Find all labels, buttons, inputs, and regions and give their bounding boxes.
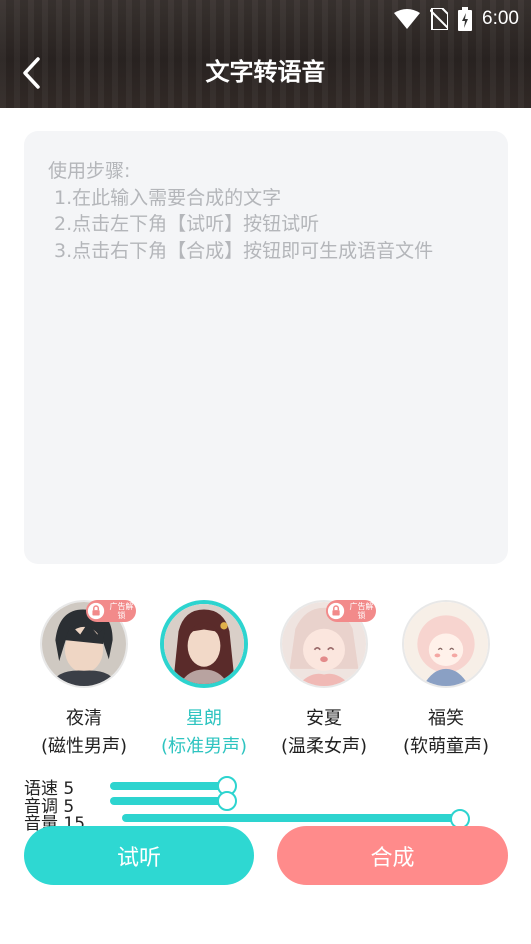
voice-name: 夜清 <box>66 708 102 729</box>
no-sim-icon <box>430 8 449 30</box>
pitch-slider[interactable]: 音调 5 <box>24 791 484 817</box>
slider-track <box>110 797 228 805</box>
voice-option-xinglang[interactable]: 星朗 (标准男声) <box>144 600 264 758</box>
voice-desc: (温柔女声) <box>280 736 368 757</box>
avatar <box>402 600 490 688</box>
lock-label: 广告解锁 <box>109 602 134 620</box>
speed-slider[interactable]: 语速 5 <box>24 776 484 799</box>
slider-track <box>122 814 462 822</box>
pitch-label: 音调 5 <box>24 797 75 817</box>
lock-icon <box>327 602 345 620</box>
voice-name: 安夏 <box>306 708 342 729</box>
status-bar: 6:00 <box>394 0 519 38</box>
ad-unlock-badge: 广告解锁 <box>326 600 376 622</box>
avatar <box>160 600 248 688</box>
wifi-icon <box>394 9 421 29</box>
voice-desc: (磁性男声) <box>40 736 128 757</box>
voice-option-anxia[interactable]: 广告解锁 安夏 (温柔女声) <box>264 600 384 758</box>
voice-option-fuxiao[interactable]: 福笑 (软萌童声) <box>386 600 506 758</box>
battery-charging-icon <box>458 7 473 31</box>
lock-label: 广告解锁 <box>349 602 374 620</box>
slider-track <box>110 782 228 790</box>
synthesize-button[interactable]: 合成 <box>277 826 508 885</box>
text-input-placeholder: 使用步骤: 1.在此输入需要合成的文字 2.点击左下角【试听】按钮试听 3.点击… <box>48 160 434 262</box>
voice-desc: (标准男声) <box>160 736 248 757</box>
voice-option-yeqing[interactable]: 广告解锁 夜清 (磁性男声) <box>24 600 144 758</box>
status-time: 6:00 <box>482 8 519 29</box>
lock-icon <box>87 602 105 620</box>
page-title: 文字转语音 <box>205 58 326 86</box>
voice-desc: (软萌童声) <box>402 736 490 757</box>
voice-name: 福笑 <box>428 708 464 729</box>
voice-name: 星朗 <box>186 708 222 729</box>
listen-button[interactable]: 试听 <box>24 826 254 885</box>
speed-label: 语速 5 <box>24 779 75 799</box>
slider-thumb[interactable] <box>217 791 237 811</box>
ad-unlock-badge: 广告解锁 <box>86 600 136 622</box>
